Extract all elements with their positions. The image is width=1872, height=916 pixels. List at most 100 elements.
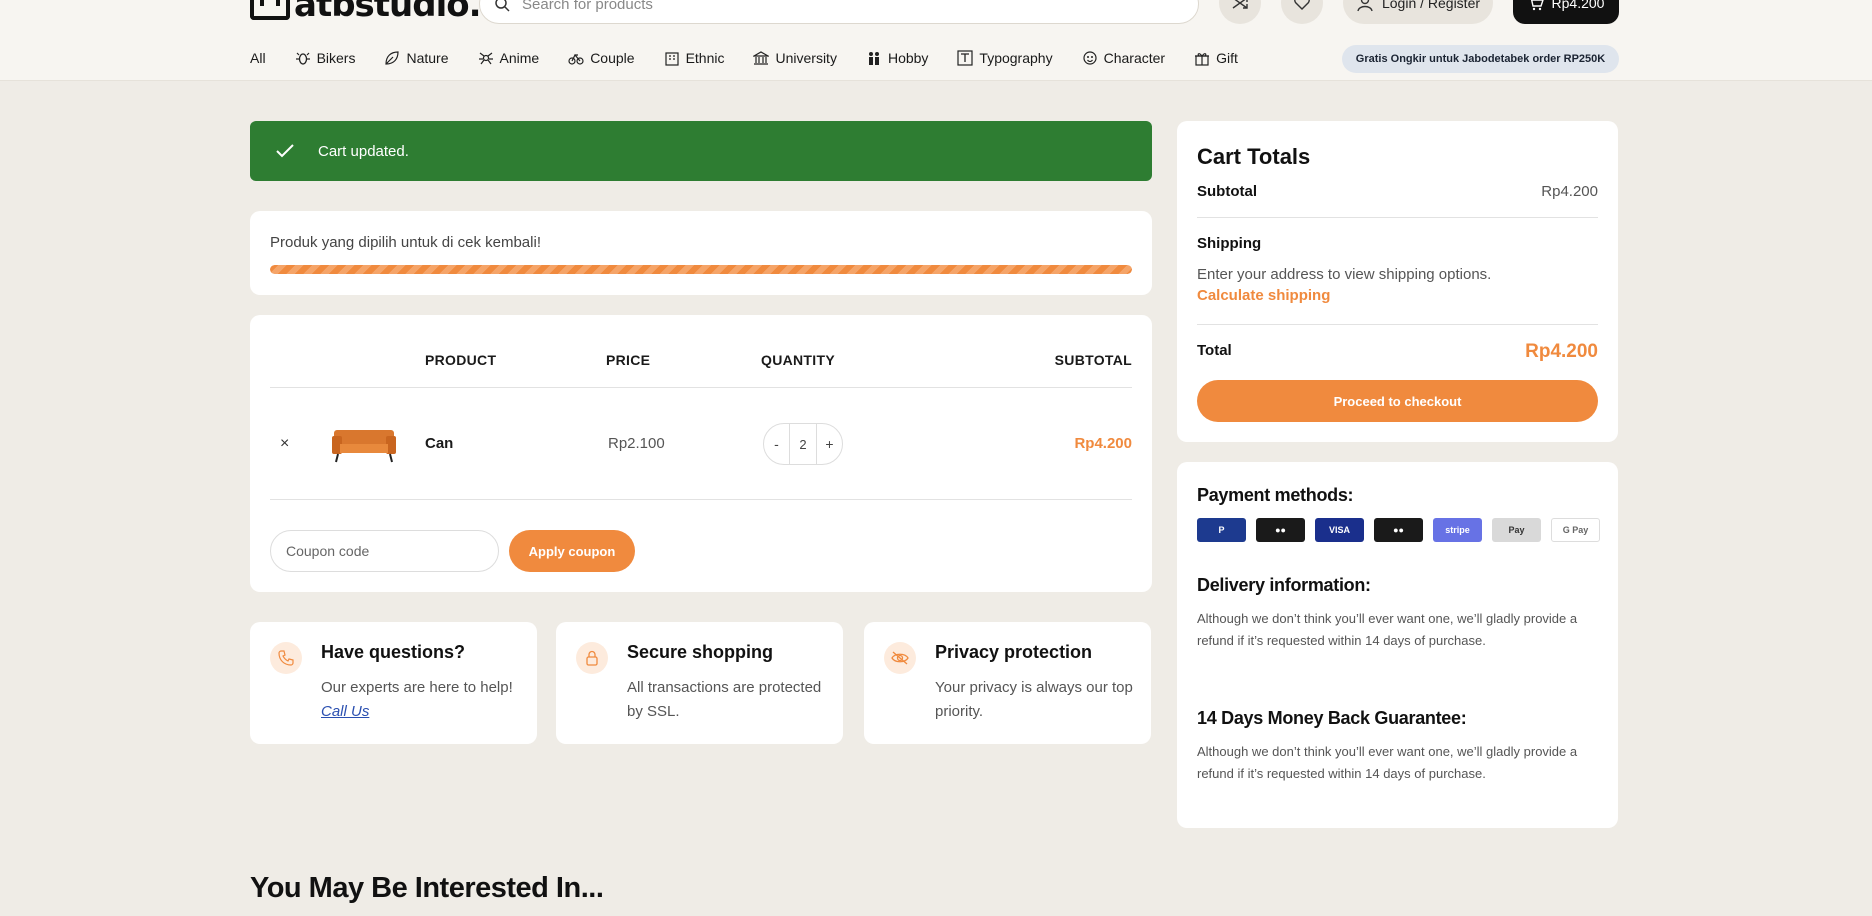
header-product: PRODUCT <box>425 352 497 368</box>
login-register-button[interactable]: Login / Register <box>1343 0 1493 24</box>
search-input[interactable] <box>522 0 1198 13</box>
category-label: Nature <box>406 50 449 66</box>
category-typography[interactable]: Typography <box>957 50 1053 66</box>
progress-bar <box>270 265 1132 274</box>
feature-text: Your privacy is always our top priority. <box>935 679 1133 720</box>
notice-text: Cart updated. <box>318 142 409 160</box>
shuffle-icon <box>1232 0 1248 9</box>
progress-text: Produk yang dipilih untuk di cek kembali… <box>270 234 541 251</box>
quantity-input[interactable] <box>789 424 817 464</box>
heart-icon <box>1294 0 1310 10</box>
guarantee-text: Although we don’t think you’ll ever want… <box>1197 744 1578 781</box>
header-quantity: QUANTITY <box>761 352 835 368</box>
logo-mark <box>250 0 290 20</box>
building-icon <box>664 52 679 66</box>
product-subtotal: Rp4.200 <box>1074 435 1132 452</box>
feature-title: Privacy protection <box>935 642 1093 662</box>
character-icon <box>1082 51 1097 65</box>
logo-text: atbstudio. <box>294 0 481 25</box>
bike-icon <box>568 53 584 65</box>
apply-coupon-button[interactable]: Apply coupon <box>509 530 635 572</box>
category-hobby[interactable]: Hobby <box>866 50 928 66</box>
progress-fill <box>270 265 1132 274</box>
cart-icon <box>1530 0 1544 11</box>
feature-card-secure: Secure shopping All transactions are pro… <box>556 622 843 744</box>
interested-heading: You May Be Interested In... <box>250 872 604 904</box>
payment-method-icon: ●● <box>1374 518 1423 542</box>
lock-icon <box>576 642 608 674</box>
wishlist-button[interactable] <box>1281 0 1323 24</box>
quantity-stepper: - + <box>763 423 843 465</box>
typography-icon <box>957 50 974 66</box>
site-header: atbstudio. Login / Register Rp4.200 All B… <box>0 0 1872 81</box>
category-label: Typography <box>979 50 1053 66</box>
cart-total: Rp4.200 <box>1551 0 1605 11</box>
category-label: Bikers <box>316 50 356 66</box>
feature-card-questions: Have questions? Our experts are here to … <box>250 622 537 744</box>
payment-method-icon: VISA <box>1315 518 1364 542</box>
cart-button[interactable]: Rp4.200 <box>1513 0 1619 24</box>
delivery-text: Although we don’t think you’ll ever want… <box>1197 611 1578 648</box>
payment-icons: P ●● VISA ●● stripe Pay G Pay <box>1197 518 1600 542</box>
quantity-plus-button[interactable]: + <box>817 436 842 452</box>
payment-method-icon: ●● <box>1256 518 1305 542</box>
category-university[interactable]: University <box>753 50 837 66</box>
total-value: Rp4.200 <box>1525 341 1598 362</box>
search-bar[interactable] <box>479 0 1199 24</box>
spider-icon <box>478 52 493 65</box>
category-all[interactable]: All <box>250 50 266 66</box>
category-ethnic[interactable]: Ethnic <box>664 50 724 66</box>
category-label: Couple <box>590 50 635 66</box>
header-price: PRICE <box>606 352 651 368</box>
category-bikers[interactable]: Bikers <box>295 50 356 66</box>
proceed-to-checkout-button[interactable]: Proceed to checkout <box>1197 380 1598 422</box>
feature-title: Have questions? <box>321 642 466 662</box>
shipping-label: Shipping <box>1197 235 1262 252</box>
category-anime[interactable]: Anime <box>478 50 540 66</box>
payment-methods-title: Payment methods: <box>1197 485 1354 505</box>
gift-icon <box>1195 53 1210 66</box>
divider <box>270 387 1132 388</box>
subtotal-label: Subtotal <box>1197 183 1257 200</box>
category-label: Gift <box>1216 50 1238 66</box>
calculate-shipping-link[interactable]: Calculate shipping <box>1197 287 1330 304</box>
category-nature[interactable]: Nature <box>384 50 449 66</box>
quantity-minus-button[interactable]: - <box>764 436 789 452</box>
bug-icon <box>295 52 310 65</box>
info-card: Payment methods: P ●● VISA ●● stripe Pay G Pay… <box>1177 462 1618 828</box>
category-label: University <box>775 50 837 66</box>
category-label: Hobby <box>887 50 929 66</box>
figures-icon <box>868 52 879 65</box>
progress-card: Produk yang dipilih untuk di cek kembali… <box>250 211 1152 295</box>
leaf-icon <box>385 51 400 65</box>
feature-card-privacy: Privacy protection Your privacy is alway… <box>864 622 1151 744</box>
header-subtotal: SUBTOTAL <box>1054 352 1132 368</box>
cart-totals-card: Cart Totals Subtotal Rp4.200 Shipping En… <box>1177 121 1618 442</box>
product-thumbnail[interactable] <box>330 420 398 464</box>
category-gift[interactable]: Gift <box>1194 50 1238 66</box>
compare-button[interactable] <box>1219 0 1261 24</box>
feature-text: All transactions are protected by SSL. <box>627 679 822 720</box>
phone-icon <box>270 642 302 674</box>
delivery-title: Delivery information: <box>1197 575 1371 595</box>
product-price: Rp2.100 <box>608 435 665 452</box>
category-nav: All Bikers Nature Anime Couple Ethnic Universi… <box>250 48 1267 68</box>
cart-table: PRODUCT PRICE QUANTITY SUBTOTAL × Can Rp… <box>250 315 1152 592</box>
call-us-link[interactable]: Call Us <box>321 703 369 720</box>
remove-item-button[interactable]: × <box>280 435 289 453</box>
coupon-input[interactable] <box>270 530 499 572</box>
cart-totals-title: Cart Totals <box>1197 144 1311 169</box>
category-label: Anime <box>499 50 540 66</box>
check-icon <box>276 144 294 158</box>
category-couple[interactable]: Couple <box>568 50 635 66</box>
category-label: Character <box>1103 50 1166 66</box>
category-character[interactable]: Character <box>1082 50 1165 66</box>
logo[interactable]: atbstudio. <box>250 0 481 25</box>
feature-title: Secure shopping <box>627 642 774 662</box>
payment-method-icon: stripe <box>1433 518 1482 542</box>
guarantee-title: 14 Days Money Back Guarantee: <box>1197 708 1467 728</box>
divider <box>1197 217 1598 218</box>
product-name[interactable]: Can <box>425 435 453 452</box>
payment-method-icon: Pay <box>1492 518 1541 542</box>
university-icon <box>753 51 770 65</box>
